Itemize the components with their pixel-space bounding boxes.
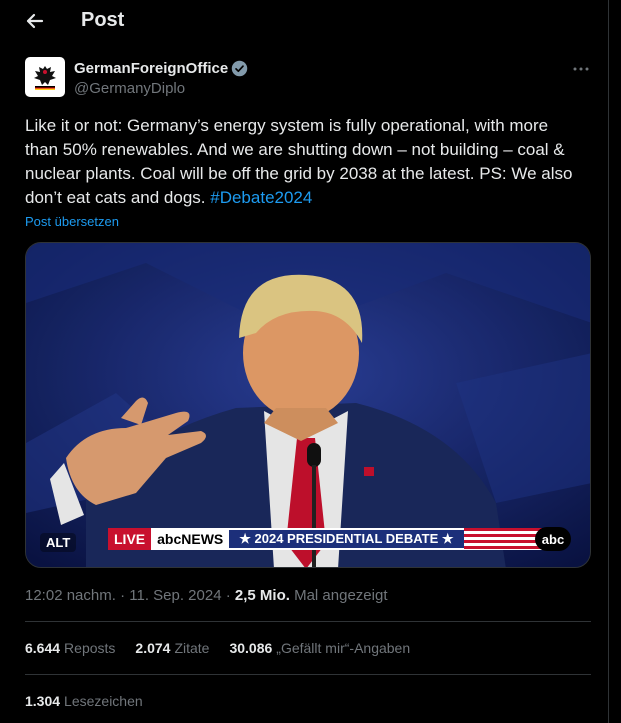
alt-text-button[interactable]: ALT	[40, 533, 77, 552]
post-media-image[interactable]: ALT LIVE abcNEWS ★ 2024 PRESIDENTIAL DEB…	[25, 242, 591, 568]
bookmarks-stat[interactable]: 1.304 Lesezeichen	[25, 693, 143, 709]
post-timestamp-row: 12:02 nachm. · 11. Sep. 2024 · 2,5 Mio. …	[25, 587, 388, 604]
bookmarks-count: 1.304	[25, 693, 61, 709]
quotes-stat[interactable]: 2.074 Zitate	[135, 640, 209, 656]
likes-label: „Gefällt mir“-Angaben	[276, 640, 411, 656]
more-options-icon[interactable]	[572, 60, 590, 78]
broadcast-lower-third: LIVE abcNEWS ★ 2024 PRESIDENTIAL DEBATE …	[108, 528, 542, 550]
hashtag-link[interactable]: #Debate2024	[210, 188, 312, 207]
arrow-left-icon[interactable]	[22, 10, 48, 32]
network-corner-logo: abc	[535, 527, 571, 551]
post-date[interactable]: 11. Sep. 2024	[129, 587, 221, 604]
views-label: Mal angezeigt	[294, 587, 388, 604]
live-badge: LIVE	[108, 528, 152, 550]
post-detail-view: Post GermanForeignOffice @GermanyDiplo L…	[0, 0, 609, 723]
likes-stat[interactable]: 30.086 „Gefällt mir“-Angaben	[229, 640, 410, 656]
engagement-stats: 6.644 Reposts 2.074 Zitate 30.086 „Gefällt …	[25, 640, 430, 656]
top-bar: Post	[0, 0, 609, 42]
debate-still-image	[26, 243, 590, 567]
author-handle[interactable]: @GermanyDiplo	[74, 80, 185, 97]
verified-badge-icon	[231, 60, 248, 77]
views-count: 2,5 Mio.	[234, 587, 290, 604]
separator: ·	[225, 587, 235, 604]
likes-count: 30.086	[229, 640, 273, 656]
network-label: abcNEWS	[151, 528, 230, 550]
divider	[25, 674, 591, 675]
reposts-stat[interactable]: 6.644 Reposts	[25, 640, 115, 656]
post-text: Like it or not: Germany’s energy system …	[25, 114, 585, 210]
bookmarks-label: Lesezeichen	[64, 693, 143, 709]
quotes-label: Zitate	[174, 640, 210, 656]
debate-banner: ★ 2024 PRESIDENTIAL DEBATE ★	[229, 528, 464, 550]
avatar[interactable]	[25, 57, 65, 97]
reposts-count: 6.644	[25, 640, 61, 656]
translate-post-link[interactable]: Post übersetzen	[25, 214, 119, 229]
author-name-row[interactable]: GermanForeignOffice	[74, 60, 248, 77]
separator: ·	[120, 587, 130, 604]
post-time[interactable]: 12:02 nachm.	[25, 587, 116, 604]
page-title: Post	[81, 9, 125, 31]
divider	[25, 621, 591, 622]
federal-eagle-icon	[34, 66, 56, 90]
author-display-name[interactable]: GermanForeignOffice	[74, 60, 228, 77]
flag-stripes	[463, 528, 542, 550]
reposts-label: Reposts	[64, 640, 116, 656]
quotes-count: 2.074	[135, 640, 171, 656]
